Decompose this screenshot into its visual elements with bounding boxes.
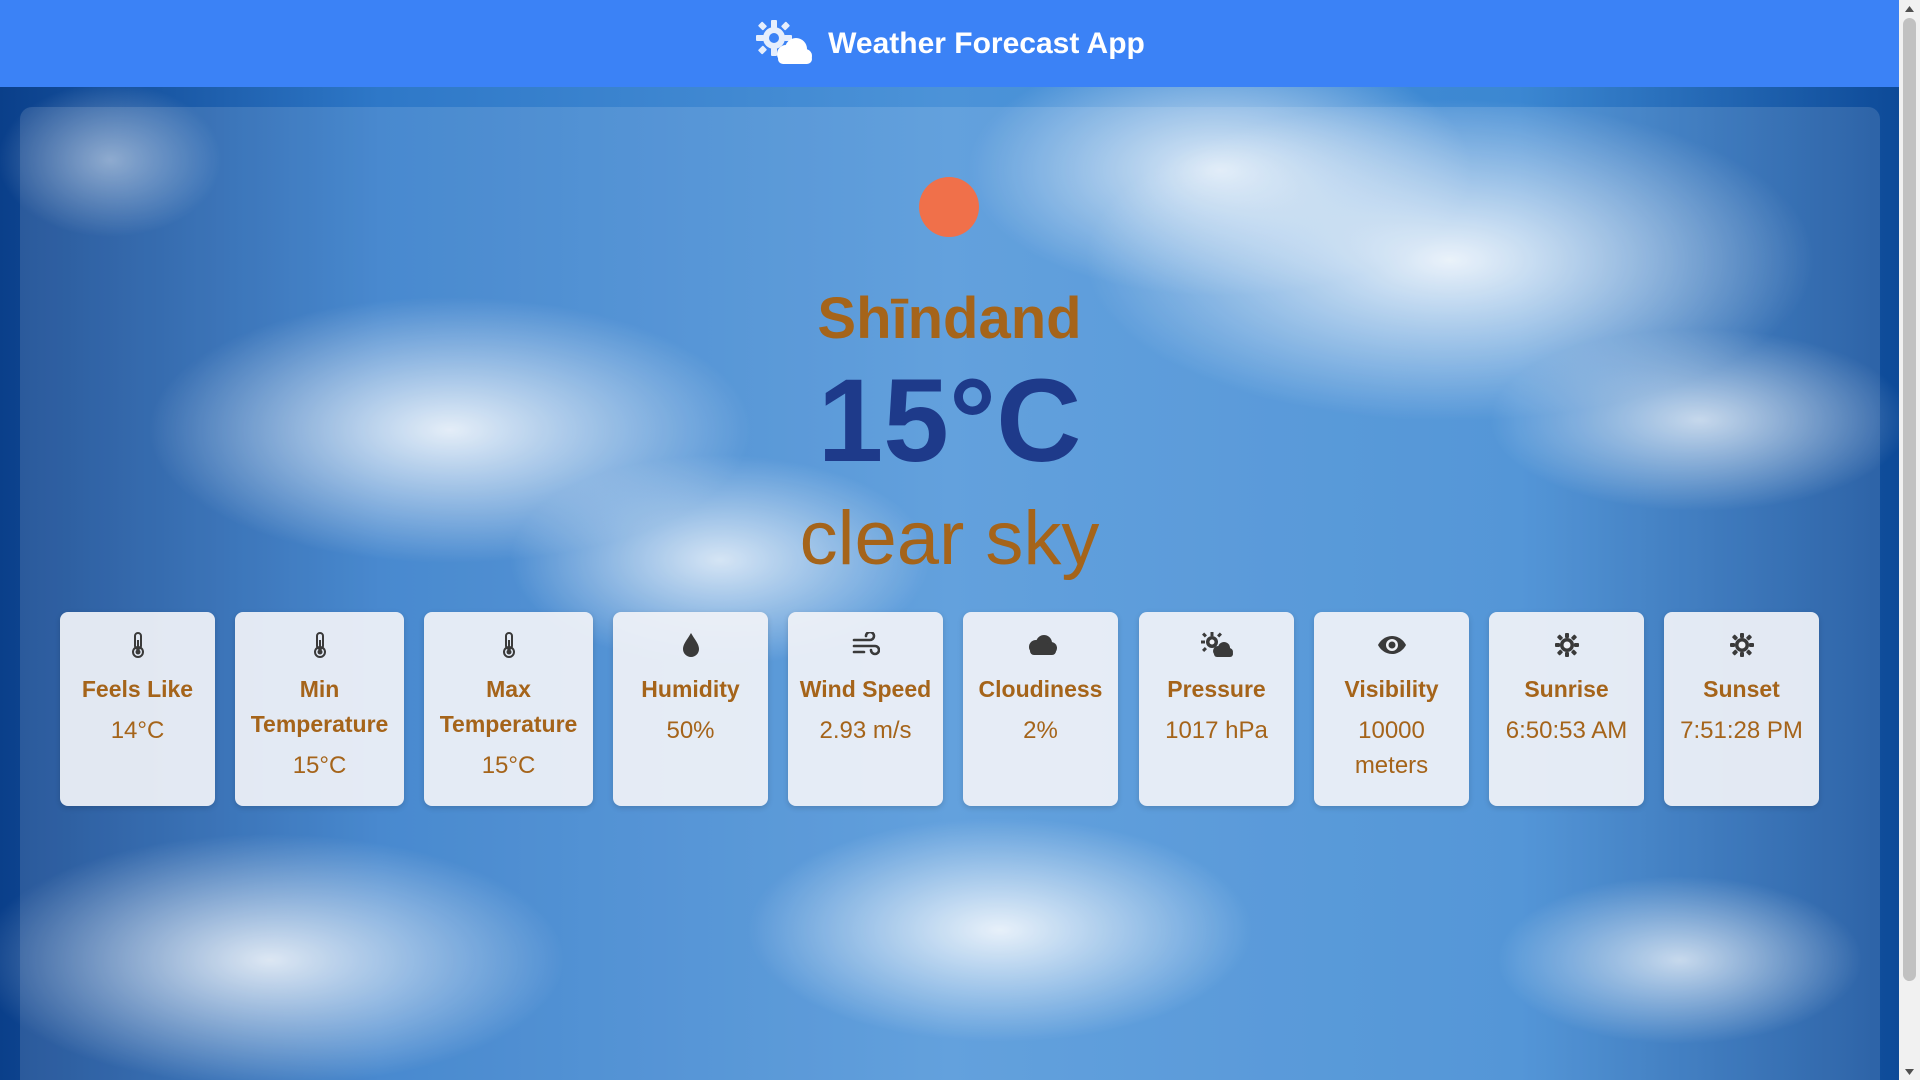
scrollbar-thumb[interactable]: [1903, 18, 1916, 981]
metric-card-humidity: Humidity 50%: [613, 612, 768, 806]
gear-sun-icon: [1489, 628, 1644, 662]
weather-description: clear sky: [799, 496, 1100, 581]
weather-panel: [20, 107, 1880, 1080]
app-title: Weather Forecast App: [828, 26, 1145, 60]
metric-value: 15°C: [481, 752, 536, 779]
gear-sun-icon: [1664, 628, 1819, 662]
wind-icon: [788, 628, 943, 662]
metric-label: Feels Like: [81, 676, 194, 702]
city-name: Shīndand: [817, 286, 1082, 351]
metric-card-wind-speed: Wind Speed 2.93 m/s: [788, 612, 943, 806]
metric-value: 7:51:28 PM: [1680, 717, 1803, 744]
metric-label: Pressure: [1167, 676, 1266, 702]
droplet-icon: [613, 628, 768, 662]
metric-card-visibility: Visibility 10000 meters: [1314, 612, 1469, 806]
sun-cloud-icon: [1139, 628, 1294, 662]
eye-icon: [1314, 628, 1469, 662]
metric-label: Max Temperature: [439, 676, 578, 737]
metric-value: 14°C: [110, 717, 165, 744]
metric-value: 2.93 m/s: [819, 717, 912, 744]
metric-value: 2%: [1023, 717, 1058, 744]
metric-value: 6:50:53 AM: [1505, 717, 1628, 744]
brand: Weather Forecast App: [754, 18, 1145, 70]
metric-card-max-temperature: Max Temperature 15°C: [424, 612, 593, 806]
metric-card-feels-like: Feels Like 14°C: [60, 612, 215, 806]
metric-label: Humidity: [641, 676, 740, 702]
metric-label: Cloudiness: [978, 676, 1103, 702]
metric-label: Wind Speed: [799, 676, 932, 702]
metric-value: 50%: [666, 717, 715, 744]
thermometer-icon: [60, 628, 215, 662]
current-temperature: 15°C: [817, 355, 1082, 487]
metric-value: 1017 hPa: [1165, 717, 1268, 744]
metric-label: Sunrise: [1524, 676, 1609, 702]
sun-cloud-icon: [754, 18, 813, 70]
thermometer-icon: [424, 628, 593, 662]
sun-icon: [919, 177, 979, 237]
app-header: Weather Forecast App: [0, 0, 1899, 87]
vertical-scrollbar[interactable]: [1899, 0, 1920, 1080]
metric-card-sunset: Sunset 7:51:28 PM: [1664, 612, 1819, 806]
metric-label: Min Temperature: [250, 676, 389, 737]
scroll-up-arrow-icon[interactable]: [1899, 0, 1920, 17]
thermometer-icon: [235, 628, 404, 662]
cloud-icon: [963, 628, 1118, 662]
metric-card-sunrise: Sunrise 6:50:53 AM: [1489, 612, 1644, 806]
metric-label: Sunset: [1703, 676, 1780, 702]
metric-card-min-temperature: Min Temperature 15°C: [235, 612, 404, 806]
metric-card-pressure: Pressure 1017 hPa: [1139, 612, 1294, 806]
metric-value: 10000 meters: [1354, 717, 1429, 779]
metric-card-cloudiness: Cloudiness 2%: [963, 612, 1118, 806]
scroll-down-arrow-icon[interactable]: [1899, 1063, 1920, 1080]
metric-label: Visibility: [1344, 676, 1439, 702]
metric-value: 15°C: [292, 752, 347, 779]
